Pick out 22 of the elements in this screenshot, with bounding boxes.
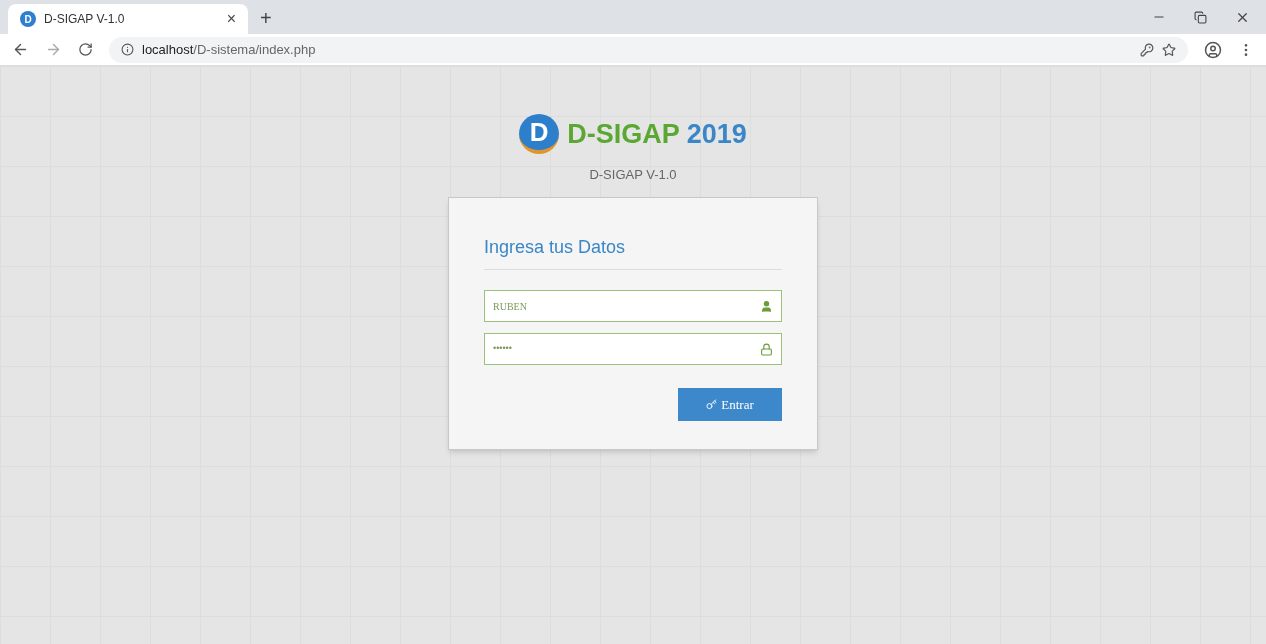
bookmark-star-icon[interactable] (1162, 42, 1176, 57)
lock-icon (760, 342, 773, 356)
app-subtitle: D-SIGAP V-1.0 (589, 165, 677, 184)
profile-icon[interactable] (1204, 40, 1222, 59)
form-heading: Ingresa tus Datos (484, 234, 782, 270)
favicon-icon: D (20, 11, 36, 27)
key-icon (706, 399, 718, 410)
info-icon (121, 43, 134, 56)
url-text: localhost/D-sistema/index.php (142, 40, 316, 59)
browser-tab[interactable]: D D-SIGAP V-1.0 × (8, 4, 248, 34)
tab-title: D-SIGAP V-1.0 (44, 11, 126, 28)
key-icon[interactable] (1140, 42, 1154, 57)
reload-icon[interactable] (78, 42, 93, 57)
back-icon[interactable] (12, 41, 29, 58)
restore-icon[interactable] (1194, 10, 1207, 24)
user-icon (760, 299, 773, 313)
address-bar[interactable]: localhost/D-sistema/index.php (109, 36, 1188, 63)
login-button[interactable]: Entrar (678, 388, 782, 421)
app-title: D-SIGAP 2019 (567, 118, 747, 151)
tab-close-button[interactable]: × (226, 7, 236, 31)
new-tab-button[interactable]: + (260, 8, 272, 28)
logo-icon: D (519, 114, 560, 155)
